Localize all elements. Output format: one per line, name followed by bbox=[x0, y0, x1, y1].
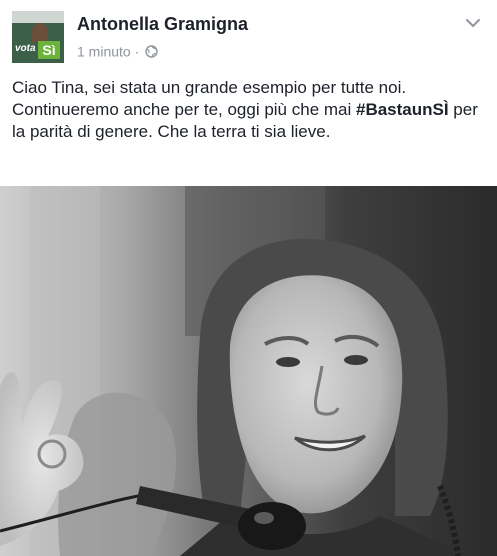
facebook-post: vota Sì Antonella Gramigna 1 minuto · Ci… bbox=[0, 0, 497, 556]
microphone-head bbox=[238, 502, 306, 550]
avatar-text-vota: vota bbox=[15, 43, 36, 54]
avatar-text-si: Sì bbox=[38, 41, 60, 59]
post-header: vota Sì Antonella Gramigna 1 minuto · bbox=[0, 0, 497, 64]
hashtag-link[interactable]: #BastaunSÌ bbox=[356, 100, 449, 119]
author-name[interactable]: Antonella Gramigna bbox=[77, 14, 248, 35]
post-timestamp[interactable]: 1 minuto bbox=[77, 43, 131, 59]
microphone-highlight bbox=[254, 512, 274, 524]
left-eye bbox=[276, 357, 300, 367]
author-avatar[interactable]: vota Sì bbox=[12, 11, 64, 63]
photo-illustration bbox=[0, 186, 497, 556]
post-photo[interactable] bbox=[0, 186, 497, 556]
post-text: Ciao Tina, sei stata un grande esempio p… bbox=[12, 77, 490, 143]
post-meta: 1 minuto · bbox=[77, 42, 158, 60]
meta-separator: · bbox=[134, 43, 140, 60]
right-eye bbox=[344, 355, 368, 365]
globe-icon[interactable] bbox=[145, 45, 158, 58]
chevron-down-icon[interactable] bbox=[465, 18, 481, 28]
post-text-part-1: Ciao Tina, sei stata un grande esempio p… bbox=[12, 78, 411, 119]
